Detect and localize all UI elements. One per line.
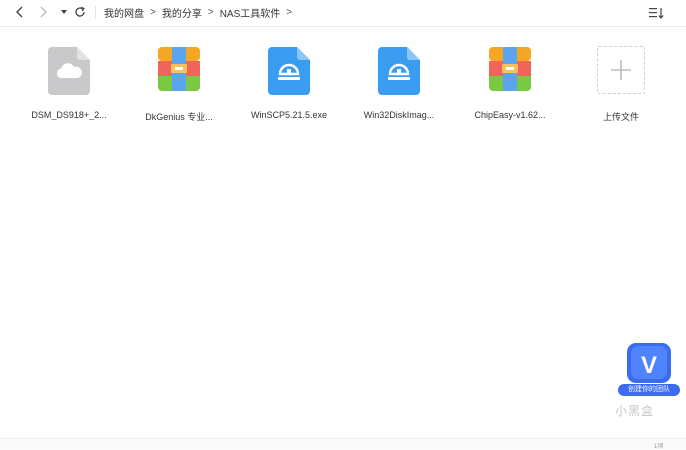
file-item[interactable]: DkGenius 专业... bbox=[124, 40, 234, 130]
forward-button[interactable] bbox=[35, 4, 51, 20]
sort-icon bbox=[649, 8, 664, 19]
watermark: 小黑盒 bbox=[615, 404, 655, 418]
file-name: WinSCP5.21.5.exe bbox=[250, 110, 328, 120]
breadcrumb-item-my-drive[interactable]: 我的网盘 bbox=[104, 5, 144, 20]
chevron-left-icon bbox=[16, 6, 23, 18]
badge-letter: V bbox=[641, 352, 657, 379]
upload-label: 上传文件 bbox=[602, 112, 639, 122]
refresh-icon bbox=[75, 6, 85, 17]
plus-icon bbox=[611, 60, 631, 80]
refresh-button[interactable] bbox=[72, 4, 88, 20]
upload-file-tile[interactable]: 上传文件 bbox=[566, 40, 676, 130]
file-name: DSM_DS918+_2... bbox=[31, 110, 107, 120]
breadcrumb-separator: > bbox=[286, 7, 293, 18]
archive-icon bbox=[489, 47, 531, 91]
file-name: DkGenius 专业... bbox=[145, 112, 213, 122]
v-logo-icon: V bbox=[627, 343, 671, 383]
file-item[interactable]: WinSCP5.21.5.exe bbox=[234, 40, 344, 130]
file-item[interactable]: ChipEasy-v1.62... bbox=[455, 40, 565, 130]
file-item[interactable]: Win32DiskImag... bbox=[344, 40, 454, 130]
exe-file-icon bbox=[268, 47, 310, 95]
chevron-right-icon bbox=[40, 6, 47, 18]
status-bar bbox=[0, 438, 686, 449]
file-item[interactable]: DSM_DS918+_2... bbox=[14, 40, 124, 130]
toolbar-divider bbox=[95, 6, 96, 19]
breadcrumb-item-nas-tools[interactable]: NAS工具软件 bbox=[220, 5, 281, 20]
breadcrumb-separator: > bbox=[207, 7, 214, 18]
sort-button[interactable] bbox=[647, 5, 665, 21]
file-name: ChipEasy-v1.62... bbox=[474, 110, 546, 120]
exe-file-icon bbox=[378, 47, 420, 95]
team-badge[interactable]: V 创建你的团队 bbox=[618, 340, 680, 400]
file-name: Win32DiskImag... bbox=[363, 110, 435, 120]
upload-box[interactable] bbox=[597, 46, 645, 94]
badge-caption: 创建你的团队 bbox=[618, 384, 680, 396]
caret-down-icon bbox=[61, 10, 67, 14]
back-button[interactable] bbox=[12, 4, 28, 20]
toolbar: 我的网盘 > 我的分享 > NAS工具软件 > bbox=[0, 0, 686, 27]
breadcrumb-separator: > bbox=[150, 7, 156, 18]
breadcrumb: 我的网盘 > 我的分享 > NAS工具软件 > bbox=[104, 5, 298, 20]
archive-icon bbox=[158, 47, 200, 91]
cloud-file-icon bbox=[48, 47, 90, 95]
breadcrumb-item-my-shares[interactable]: 我的分享 bbox=[162, 5, 202, 20]
history-dropdown-button[interactable] bbox=[56, 4, 72, 20]
status-text: 1项 bbox=[654, 444, 664, 450]
